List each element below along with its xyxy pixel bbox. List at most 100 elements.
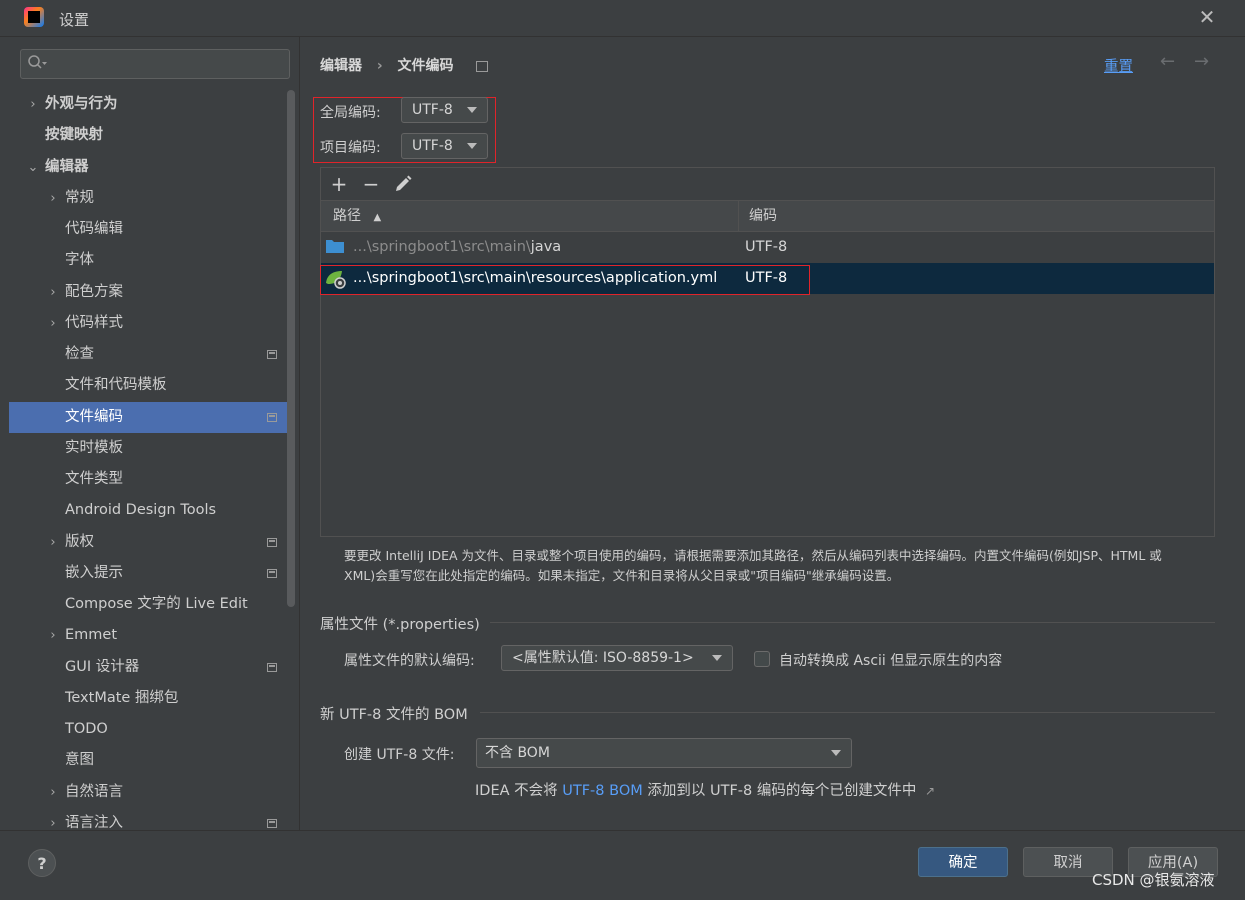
sidebar-item-compose-live-edit[interactable]: Compose 文字的 Live Edit	[9, 589, 287, 620]
breadcrumb-item-editor: 编辑器	[320, 58, 362, 74]
sidebar-item-label: TODO	[65, 721, 108, 737]
ok-button[interactable]: 确定	[918, 847, 1008, 877]
project-scope-icon	[267, 350, 277, 359]
properties-default-encoding-select[interactable]: <属性默认值: ISO-8859-1>	[501, 645, 733, 671]
sidebar-item-label: 文件和代码模板	[65, 377, 167, 393]
sidebar-item-general[interactable]: › 常规	[9, 183, 287, 214]
bom-note-text: IDEA 不会将	[475, 783, 563, 799]
bom-note: IDEA 不会将 UTF-8 BOM 添加到以 UTF-8 编码的每个已创建文件…	[475, 779, 935, 800]
utf8-bom-link[interactable]: UTF-8 BOM	[562, 783, 643, 799]
sidebar-item-appearance[interactable]: › 外观与行为	[9, 89, 287, 120]
caret-down-icon	[467, 143, 477, 149]
search-input[interactable]	[20, 49, 290, 79]
bom-section-title: 新 UTF-8 文件的 BOM	[320, 707, 468, 723]
sidebar-item-emmet[interactable]: › Emmet	[9, 620, 287, 651]
column-header-encoding[interactable]: 编码	[749, 201, 777, 231]
ascii-conversion-checkbox[interactable]	[754, 651, 770, 667]
back-arrow-icon[interactable]: ←	[1160, 51, 1175, 72]
settings-sidebar: › 外观与行为 按键映射 ⌄ 编辑器 › 常规 代码编辑 字体 › 配色方案 ›…	[9, 37, 300, 830]
project-scope-icon	[267, 538, 277, 547]
sort-ascending-icon: ▲	[373, 212, 382, 223]
intellij-logo-icon	[24, 7, 44, 27]
sidebar-item-editor[interactable]: ⌄ 编辑器	[9, 152, 287, 183]
sidebar-item-inspections[interactable]: 检查	[9, 339, 287, 370]
settings-content: 编辑器 › 文件编码 重置 ← → 全局编码: UTF-8 项目编码: UTF-…	[300, 37, 1245, 830]
create-utf8-bom-select[interactable]: 不含 BOM	[476, 738, 852, 768]
column-header-path-label: 路径	[333, 208, 361, 224]
caret-down-icon	[712, 655, 722, 661]
sidebar-item-font[interactable]: 字体	[9, 245, 287, 276]
sidebar-item-file-encodings[interactable]: 文件编码	[9, 402, 287, 433]
search-icon	[28, 55, 47, 69]
window-title: 设置	[59, 11, 90, 29]
sidebar-item-label: 自然语言	[65, 784, 123, 800]
sidebar-item-natural-languages[interactable]: › 自然语言	[9, 777, 287, 808]
edit-pencil-icon[interactable]	[391, 172, 415, 196]
sidebar-item-copyright[interactable]: › 版权	[9, 527, 287, 558]
sidebar-item-keymap[interactable]: 按键映射	[9, 120, 287, 151]
sidebar-item-textmate-bundles[interactable]: TextMate 捆绑包	[9, 683, 287, 714]
sidebar-item-gui-designer[interactable]: GUI 设计器	[9, 652, 287, 683]
table-header: 路径 ▲ 编码	[321, 201, 1214, 232]
properties-default-encoding-value: <属性默认值: ISO-8859-1>	[512, 650, 694, 666]
ascii-conversion-label[interactable]: 自动转换成 Ascii 但显示原生的内容	[779, 650, 1002, 670]
sidebar-item-label: 版权	[65, 534, 94, 550]
sidebar-item-label: 外观与行为	[45, 96, 118, 112]
create-utf8-bom-value: 不含 BOM	[485, 745, 550, 761]
sidebar-item-label: Compose 文字的 Live Edit	[65, 596, 248, 612]
chevron-right-icon: ›	[50, 191, 56, 206]
chevron-right-icon: ›	[30, 97, 36, 112]
sidebar-item-language-injections[interactable]: › 语言注入	[9, 808, 287, 830]
sidebar-item-label: 检查	[65, 346, 94, 362]
sidebar-item-label: GUI 设计器	[65, 659, 140, 675]
chevron-right-icon: ›	[50, 535, 56, 550]
sidebar-item-android-design-tools[interactable]: Android Design Tools	[9, 495, 287, 526]
caret-down-icon	[831, 750, 841, 756]
sidebar-item-live-templates[interactable]: 实时模板	[9, 433, 287, 464]
path-prefix: ...\springboot1\src\main\	[353, 239, 531, 255]
sidebar-scrollbar[interactable]	[287, 90, 295, 607]
column-divider[interactable]	[738, 201, 739, 231]
sidebar-item-label: Emmet	[65, 627, 118, 643]
sidebar-item-todo[interactable]: TODO	[9, 714, 287, 745]
dialog-button-bar: ? 确定 取消 应用(A) CSDN @银氨溶液	[0, 830, 1245, 900]
sidebar-item-code-style[interactable]: › 代码样式	[9, 308, 287, 339]
sidebar-item-inlay-hints[interactable]: 嵌入提示	[9, 558, 287, 589]
help-button[interactable]: ?	[28, 849, 56, 877]
highlight-box	[320, 265, 810, 295]
sidebar-item-code-editing[interactable]: 代码编辑	[9, 214, 287, 245]
sidebar-item-label: 代码编辑	[65, 221, 123, 237]
help-text-line: XML)会重写您在此处指定的编码。如果未指定，文件和目录将从父目录或"项目编码"…	[344, 568, 900, 583]
global-encoding-select[interactable]: UTF-8	[401, 97, 488, 123]
add-icon[interactable]: +	[327, 172, 351, 196]
chevron-right-icon: ›	[50, 316, 56, 331]
create-utf8-label: 创建 UTF-8 文件:	[344, 747, 455, 763]
project-scope-icon	[267, 819, 277, 828]
chevron-right-icon: ›	[50, 785, 56, 800]
table-row[interactable]: ...\springboot1\src\main\java UTF-8	[321, 232, 1214, 263]
sidebar-item-label: Android Design Tools	[65, 502, 217, 518]
sidebar-item-intentions[interactable]: 意图	[9, 745, 287, 776]
breadcrumb: 编辑器 › 文件编码	[320, 55, 498, 75]
sidebar-item-label: 语言注入	[65, 815, 123, 830]
column-header-path[interactable]: 路径 ▲	[333, 201, 381, 231]
close-icon[interactable]: ✕	[1196, 6, 1218, 28]
reset-link[interactable]: 重置	[1104, 55, 1133, 76]
sidebar-item-file-templates[interactable]: 文件和代码模板	[9, 370, 287, 401]
breadcrumb-item-file-encodings: 文件编码	[397, 58, 454, 74]
remove-icon[interactable]: −	[359, 172, 383, 196]
folder-icon	[326, 240, 344, 253]
project-encoding-select[interactable]: UTF-8	[401, 133, 488, 159]
sidebar-item-color-scheme[interactable]: › 配色方案	[9, 277, 287, 308]
path-name: java	[530, 239, 562, 255]
forward-arrow-icon[interactable]: →	[1194, 51, 1209, 72]
title-bar: 设置 ✕	[0, 0, 1245, 37]
path-cell: ...\springboot1\src\main\java	[353, 232, 561, 263]
breadcrumb-separator: ›	[376, 58, 383, 74]
help-text-line: 要更改 IntelliJ IDEA 为文件、目录或整个项目使用的编码，请根据需要…	[344, 548, 1162, 563]
properties-default-encoding-label: 属性文件的默认编码:	[344, 653, 475, 669]
section-divider	[490, 622, 1215, 623]
properties-section-title: 属性文件 (*.properties)	[320, 617, 480, 633]
sidebar-item-file-types[interactable]: 文件类型	[9, 464, 287, 495]
project-scope-icon	[267, 569, 277, 578]
